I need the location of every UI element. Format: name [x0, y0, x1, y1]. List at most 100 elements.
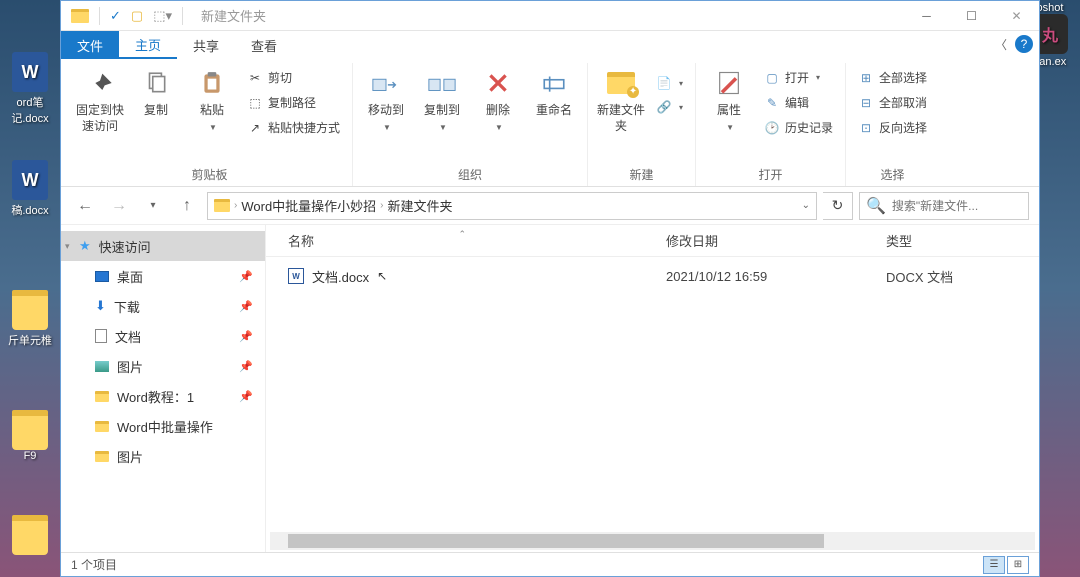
ribbon-collapse-icon[interactable]: 〈	[995, 36, 1007, 53]
details-view-button[interactable]: ☰	[983, 556, 1005, 574]
copy-icon	[140, 67, 172, 99]
minimize-button[interactable]: ─	[904, 1, 949, 31]
nav-pictures2[interactable]: 图片	[61, 441, 265, 471]
invert-selection-button[interactable]: ⊡反向选择	[854, 117, 931, 138]
folder-icon	[12, 290, 48, 330]
desktop-icon-folder2[interactable]	[2, 410, 58, 452]
window-title: 新建文件夹	[201, 6, 266, 25]
tab-file[interactable]: 文件	[61, 31, 119, 59]
folder-icon	[95, 391, 109, 402]
qat-check[interactable]: ✓	[110, 8, 121, 24]
select-all-button[interactable]: ⊞全部选择	[854, 67, 931, 88]
scrollbar-thumb[interactable]	[288, 534, 824, 548]
copy-to-icon	[426, 67, 458, 99]
properties-button[interactable]: 属性▼	[704, 67, 754, 133]
address-bar: ← → ▾ ↑ › Word中批量操作小妙招 › 新建文件夹 ⌄ ↻ 🔍	[61, 187, 1039, 225]
nav-word-batch[interactable]: Word中批量操作	[61, 411, 265, 441]
select-none-button[interactable]: ⊟全部取消	[854, 92, 931, 113]
tab-home[interactable]: 主页	[119, 31, 177, 59]
rename-icon	[538, 67, 570, 99]
nav-pictures[interactable]: 图片📌	[61, 351, 265, 381]
column-name[interactable]: 名称⌃	[266, 231, 666, 250]
breadcrumb-seg1[interactable]: Word中批量操作小妙招	[241, 196, 376, 215]
pin-icon	[84, 67, 116, 99]
item-count: 1 个项目	[71, 556, 117, 573]
nav-quick-access[interactable]: ▾ ★ 快速访问	[61, 231, 265, 261]
cursor-icon: ↖	[377, 269, 387, 283]
qat-dropdown[interactable]: ⬚▾	[153, 8, 172, 24]
move-to-button[interactable]: 移动到▼	[361, 67, 411, 133]
select-all-icon: ⊞	[858, 70, 874, 86]
tab-share[interactable]: 共享	[177, 31, 235, 59]
content-pane: 名称⌃ 修改日期 类型 W 文档.docx ↖ 2021/10/12 16:59…	[266, 225, 1039, 552]
column-date[interactable]: 修改日期	[666, 231, 886, 250]
invert-icon: ⊡	[858, 120, 874, 136]
folder-icon	[95, 451, 109, 462]
cut-button[interactable]: ✂剪切	[243, 67, 344, 88]
paste-shortcut-button[interactable]: ↗粘贴快捷方式	[243, 117, 344, 138]
history-button[interactable]: 🕑历史记录	[760, 117, 837, 138]
file-row[interactable]: W 文档.docx ↖ 2021/10/12 16:59 DOCX 文档	[266, 261, 1039, 291]
pin-icon: 📌	[239, 390, 253, 403]
file-list[interactable]: W 文档.docx ↖ 2021/10/12 16:59 DOCX 文档	[266, 257, 1039, 532]
desktop-icon	[95, 271, 109, 282]
maximize-button[interactable]: ☐	[949, 1, 994, 31]
easy-access-button[interactable]: 🔗▾	[652, 97, 687, 117]
desktop-icon-word2[interactable]: W 稿.docx	[2, 160, 58, 218]
chevron-right-icon[interactable]: ›	[380, 200, 383, 211]
desktop-icon-word1[interactable]: W ord笔记.docx	[2, 52, 58, 126]
horizontal-scrollbar[interactable]	[270, 532, 1035, 550]
copy-button[interactable]: 复制	[131, 67, 181, 119]
breadcrumb[interactable]: › Word中批量操作小妙招 › 新建文件夹 ⌄	[207, 192, 817, 220]
search-input[interactable]	[892, 199, 1047, 213]
open-button[interactable]: ▢打开▾	[760, 67, 837, 88]
desktop-icon-folder1[interactable]: 斤单元椎	[2, 290, 58, 348]
folder-icon[interactable]	[71, 9, 89, 23]
back-button[interactable]: ←	[71, 192, 99, 220]
new-item-button[interactable]: 📄▾	[652, 73, 687, 93]
word-icon: W	[12, 52, 48, 92]
nav-documents[interactable]: 文档📌	[61, 321, 265, 351]
chevron-down-icon[interactable]: ⌄	[802, 200, 810, 211]
folder-icon	[12, 410, 48, 450]
up-button[interactable]: ↑	[173, 192, 201, 220]
search-box[interactable]: 🔍	[859, 192, 1029, 220]
desktop-icon-f9[interactable]: F9	[2, 450, 58, 462]
view-toggle: ☰ ⊞	[983, 556, 1029, 574]
chevron-right-icon[interactable]: ›	[234, 200, 237, 211]
document-icon	[95, 329, 107, 343]
nav-downloads[interactable]: ⬇下载📌	[61, 291, 265, 321]
copy-to-button[interactable]: 复制到▼	[417, 67, 467, 133]
help-icon[interactable]: ?	[1015, 35, 1033, 53]
rename-button[interactable]: 重命名	[529, 67, 579, 119]
breadcrumb-seg2[interactable]: 新建文件夹	[388, 196, 453, 215]
refresh-button[interactable]: ↻	[823, 192, 853, 220]
status-bar: 1 个项目 ☰ ⊞	[61, 552, 1039, 576]
forward-button[interactable]: →	[105, 192, 133, 220]
delete-button[interactable]: 删除▼	[473, 67, 523, 133]
new-folder-button[interactable]: ✦ 新建文件夹	[596, 67, 646, 134]
history-icon: 🕑	[764, 120, 780, 136]
quick-access-toolbar: ✓ ▢ ⬚▾	[61, 7, 193, 25]
copy-path-button[interactable]: ⬚复制路径	[243, 92, 344, 113]
paste-icon	[196, 67, 228, 99]
paste-button[interactable]: 粘贴 ▼	[187, 67, 237, 133]
recent-button[interactable]: ▾	[139, 192, 167, 220]
sort-asc-icon: ⌃	[458, 229, 466, 240]
ribbon-group-organize: 移动到▼ 复制到▼ 删除▼ 重命名 组织	[353, 63, 588, 186]
close-button[interactable]: ✕	[994, 1, 1039, 31]
tab-view[interactable]: 查看	[235, 31, 293, 59]
chevron-down-icon[interactable]: ▾	[65, 241, 70, 252]
edit-button[interactable]: ✎编辑	[760, 92, 837, 113]
select-none-icon: ⊟	[858, 95, 874, 111]
qat-new[interactable]: ▢	[131, 8, 143, 24]
nav-word-tutorial[interactable]: Word教程：1📌	[61, 381, 265, 411]
nav-desktop[interactable]: 桌面📌	[61, 261, 265, 291]
column-type[interactable]: 类型	[886, 231, 1039, 250]
pin-button[interactable]: 固定到快速访问	[75, 67, 125, 134]
ribbon-group-new: ✦ 新建文件夹 📄▾ 🔗▾ 新建	[588, 63, 696, 186]
chevron-down-icon: ▼	[383, 123, 391, 133]
desktop-icon-folder3[interactable]	[2, 515, 58, 557]
body-area: ▾ ★ 快速访问 桌面📌 ⬇下载📌 文档📌 图片📌 Word教程：1📌 Word…	[61, 225, 1039, 552]
icons-view-button[interactable]: ⊞	[1007, 556, 1029, 574]
